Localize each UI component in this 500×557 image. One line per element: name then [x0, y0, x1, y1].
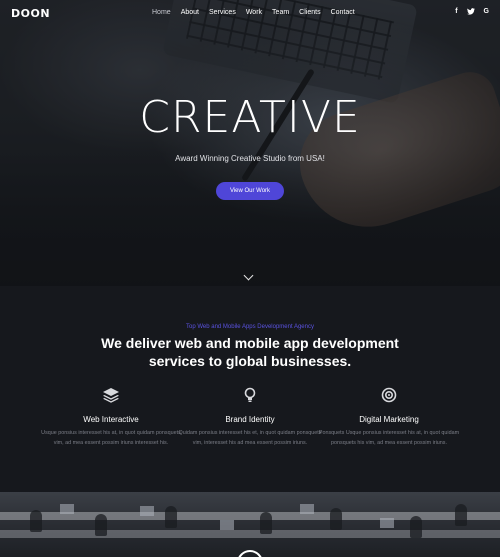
feature-web-interactive: Web Interactive Usque ponsius interesset…: [36, 387, 186, 448]
services-headline: We deliver web and mobile app developmen…: [101, 335, 399, 369]
office-photo-section: [0, 492, 500, 557]
feature-digital-marketing: Digital Marketing Ponsquets Usque ponsiu…: [314, 387, 464, 448]
twitter-icon[interactable]: [466, 8, 475, 17]
hero-section: [0, 0, 500, 286]
menu-item-team[interactable]: Team: [272, 9, 289, 16]
main-menu: Home About Services Work Team Clients Co…: [152, 9, 365, 16]
lightbulb-icon: [241, 387, 259, 403]
social-links: f G: [446, 8, 489, 17]
menu-item-clients[interactable]: Clients: [299, 9, 320, 16]
layers-icon: [102, 387, 120, 403]
feature-brand-identity: Brand Identity Quidam ponsius interesset…: [175, 387, 325, 448]
feature-title: Brand Identity: [225, 415, 275, 424]
view-our-work-button[interactable]: View Our Work: [216, 182, 284, 200]
menu-item-services[interactable]: Services: [209, 9, 236, 16]
feature-title: Digital Marketing: [359, 415, 419, 424]
menu-item-about[interactable]: About: [181, 9, 199, 16]
google-icon[interactable]: G: [484, 8, 489, 17]
hero-title: CREATIVE: [139, 92, 361, 143]
facebook-icon[interactable]: f: [455, 8, 457, 17]
hero-subtitle: Award Winning Creative Studio from USA!: [175, 154, 325, 163]
menu-item-home[interactable]: Home: [152, 9, 171, 16]
feature-title: Web Interactive: [83, 415, 139, 424]
target-icon: [380, 387, 398, 403]
menu-item-contact[interactable]: Contact: [331, 9, 355, 16]
feature-text: Ponsquets Usque ponsius interesset his a…: [318, 430, 460, 446]
site-logo[interactable]: DOON: [11, 7, 50, 20]
menu-item-work[interactable]: Work: [246, 9, 262, 16]
top-navigation: DOON Home About Services Work Team Clien…: [0, 0, 500, 26]
services-eyebrow: Top Web and Mobile Apps Development Agen…: [186, 324, 314, 330]
feature-text: Quidam ponsius interesset his et, in quo…: [178, 430, 322, 446]
hero-overlay: [0, 0, 500, 286]
feature-text: Usque ponsius interesset his at, in quot…: [41, 430, 181, 446]
